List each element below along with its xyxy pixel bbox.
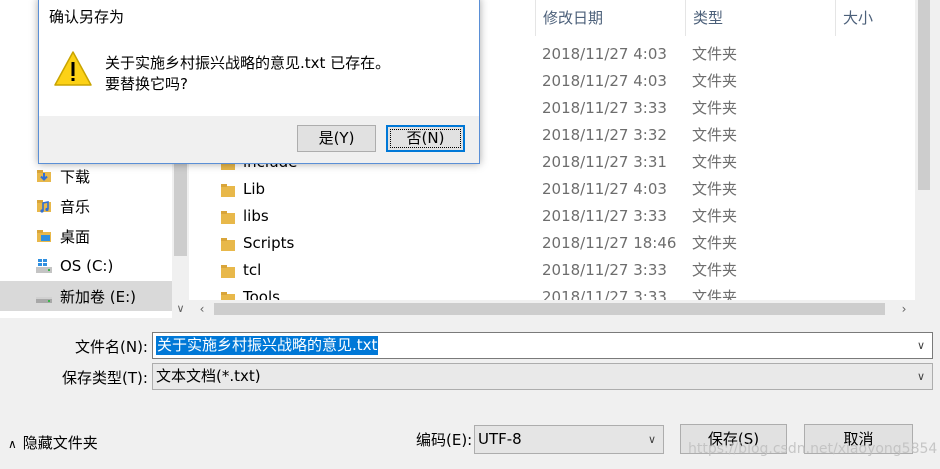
folder-icon xyxy=(221,237,235,251)
hide-folders-toggle[interactable]: ∧ 隐藏文件夹 xyxy=(8,433,98,453)
focus-rectangle xyxy=(390,129,461,148)
file-type: 文件夹 xyxy=(692,288,738,300)
dialog-message-line: 关于实施乡村振兴战略的意见.txt 已存在。 xyxy=(105,54,391,72)
file-row[interactable]: libs 2018/11/27 3:33 文件夹 xyxy=(189,203,915,230)
file-date: 2018/11/27 18:46 xyxy=(542,234,677,252)
chevron-down-icon[interactable]: ∨ xyxy=(910,333,932,358)
no-button[interactable]: 否(N) xyxy=(386,125,465,152)
nav-item-volume-e[interactable]: 新加卷 (E:) xyxy=(0,281,172,311)
file-date: 2018/11/27 3:33 xyxy=(542,99,667,117)
filename-input[interactable]: 关于实施乡村振兴战略的意见.txt ∨ xyxy=(152,332,933,359)
file-type: 文件夹 xyxy=(692,45,738,63)
chevron-down-icon[interactable]: ∨ xyxy=(172,300,189,317)
nav-item-label: 新加卷 (E:) xyxy=(60,287,137,306)
file-name: tcl xyxy=(243,261,262,279)
confirm-save-as-dialog[interactable]: 确认另存为 关于实施乡村振兴战略的意见.txt 已存在。 要替换它吗? 是(Y)… xyxy=(38,0,480,164)
folder-icon xyxy=(221,210,235,224)
nav-item-desktop[interactable]: 桌面 xyxy=(0,221,172,251)
horizontal-scrollbar[interactable]: ‹ › xyxy=(189,300,915,318)
file-type: 文件夹 xyxy=(692,207,738,225)
encoding-label: 编码(E): xyxy=(416,431,473,449)
dialog-button-bar: 是(Y) 否(N) xyxy=(39,116,479,163)
windows-drive-icon xyxy=(36,258,52,274)
folder-icon xyxy=(221,264,235,278)
file-type: 文件夹 xyxy=(692,261,738,279)
file-type: 文件夹 xyxy=(692,180,738,198)
filetype-select[interactable]: 文本文档(*.txt) ∨ xyxy=(152,363,933,390)
filetype-value: 文本文档(*.txt) xyxy=(156,367,261,385)
encoding-select[interactable]: UTF-8 ∨ xyxy=(474,425,664,454)
chevron-down-icon[interactable]: ∨ xyxy=(641,426,663,451)
file-date: 2018/11/27 3:33 xyxy=(542,207,667,225)
file-row[interactable]: Lib 2018/11/27 4:03 文件夹 xyxy=(189,176,915,203)
column-header-date[interactable]: 修改日期 xyxy=(535,0,685,36)
scroll-corner xyxy=(915,300,940,318)
column-header-type[interactable]: 类型 xyxy=(685,0,835,36)
desktop-folder-icon xyxy=(36,228,52,244)
file-row[interactable]: Tools 2018/11/27 3:33 文件夹 xyxy=(189,284,915,300)
dialog-message: 关于实施乡村振兴战略的意见.txt 已存在。 要替换它吗? xyxy=(105,53,390,95)
file-type: 文件夹 xyxy=(692,72,738,90)
warning-icon xyxy=(53,50,93,88)
file-date: 2018/11/27 4:03 xyxy=(542,180,667,198)
column-header-size[interactable]: 大小 xyxy=(835,0,915,36)
file-name: Scripts xyxy=(243,234,295,252)
file-type: 文件夹 xyxy=(692,126,738,144)
file-name: Lib xyxy=(243,180,266,198)
encoding-value: UTF-8 xyxy=(478,430,522,448)
nav-item-label: 桌面 xyxy=(60,227,91,246)
chevron-up-icon: ∧ xyxy=(8,437,17,451)
file-date: 2018/11/27 3:31 xyxy=(542,153,667,171)
filename-value[interactable]: 关于实施乡村振兴战略的意见.txt xyxy=(156,336,379,355)
dialog-message-line: 要替换它吗? xyxy=(105,75,188,93)
file-row[interactable]: tcl 2018/11/27 3:33 文件夹 xyxy=(189,257,915,284)
file-type: 文件夹 xyxy=(692,153,738,171)
nav-item-downloads[interactable]: 下载 xyxy=(0,161,172,191)
file-date: 2018/11/27 3:33 xyxy=(542,261,667,279)
nav-item-os-c[interactable]: OS (C:) xyxy=(0,251,172,281)
hide-folders-label: 隐藏文件夹 xyxy=(22,434,98,452)
chevron-left-icon[interactable]: ‹ xyxy=(193,300,211,318)
dialog-title: 确认另存为 xyxy=(49,8,125,26)
file-type: 文件夹 xyxy=(692,234,738,252)
music-folder-icon xyxy=(36,198,52,214)
vertical-scroll-thumb[interactable] xyxy=(918,0,930,190)
nav-item-label: 下载 xyxy=(60,167,91,186)
horizontal-scroll-thumb[interactable] xyxy=(214,303,885,315)
chevron-right-icon[interactable]: › xyxy=(895,300,913,318)
nav-item-label: 音乐 xyxy=(60,197,91,216)
filetype-label: 保存类型(T): xyxy=(62,369,148,387)
file-name: Tools xyxy=(243,288,280,300)
file-date: 2018/11/27 3:32 xyxy=(542,126,667,144)
folder-icon xyxy=(221,291,235,300)
chevron-down-icon[interactable]: ∨ xyxy=(910,364,932,389)
file-row[interactable]: Scripts 2018/11/27 18:46 文件夹 xyxy=(189,230,915,257)
file-date: 2018/11/27 4:03 xyxy=(542,72,667,90)
nav-item-label: OS (C:) xyxy=(60,257,114,275)
drive-icon xyxy=(36,288,52,304)
vertical-scrollbar[interactable] xyxy=(915,0,940,300)
folder-icon xyxy=(221,183,235,197)
file-name: libs xyxy=(243,207,269,225)
nav-item-music[interactable]: 音乐 xyxy=(0,191,172,221)
watermark-text: https://blog.csdn.net/xiaoyong5854 xyxy=(688,441,938,457)
file-type: 文件夹 xyxy=(692,99,738,117)
file-date: 2018/11/27 4:03 xyxy=(542,45,667,63)
download-folder-icon xyxy=(36,168,52,184)
filename-label: 文件名(N): xyxy=(75,338,148,356)
yes-button[interactable]: 是(Y) xyxy=(297,125,376,152)
file-date: 2018/11/27 3:33 xyxy=(542,288,667,300)
